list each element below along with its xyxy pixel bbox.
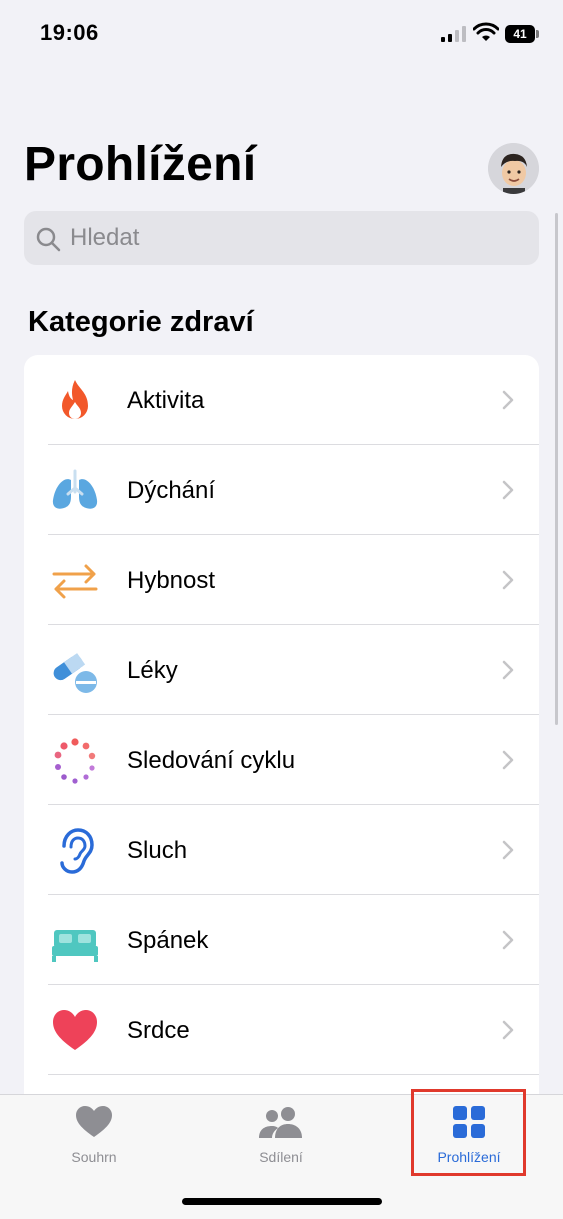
- pills-icon: [53, 653, 97, 693]
- category-row-srdce[interactable]: Srdce: [24, 985, 539, 1075]
- category-row-dychani[interactable]: Dýchání: [24, 445, 539, 535]
- battery-indicator: 41: [505, 25, 535, 43]
- health-categories-list: Aktivita Dýchání Hybnost Léky Sledování …: [24, 355, 539, 1115]
- category-label: Hybnost: [127, 567, 216, 594]
- category-label: Sluch: [127, 837, 188, 864]
- category-row-spanek[interactable]: Spánek: [24, 895, 539, 985]
- category-row-aktivita[interactable]: Aktivita: [24, 355, 539, 445]
- category-label: Srdce: [127, 1017, 190, 1044]
- memoji-avatar-icon: [488, 143, 539, 194]
- tab-label: Souhrn: [71, 1149, 117, 1165]
- tab-sdileni[interactable]: Sdílení: [211, 1095, 351, 1175]
- page-title: Prohlížení: [24, 138, 257, 191]
- ear-icon: [60, 828, 94, 874]
- status-time: 19:06: [40, 20, 99, 45]
- status-bar: 19:06 41: [0, 0, 563, 70]
- lungs-icon: [52, 469, 98, 509]
- category-row-sluch[interactable]: Sluch: [24, 805, 539, 895]
- mobility-arrows-icon: [52, 564, 98, 599]
- category-label: Spánek: [127, 927, 209, 954]
- scrollbar[interactable]: [555, 213, 558, 725]
- category-label: Dýchání: [127, 477, 216, 504]
- category-row-hybnost[interactable]: Hybnost: [24, 535, 539, 625]
- section-title: Kategorie zdraví: [28, 306, 254, 338]
- heart-icon: [53, 1010, 97, 1050]
- category-row-leky[interactable]: Léky: [24, 625, 539, 715]
- chevron-right-icon: [502, 840, 514, 860]
- category-label: Léky: [127, 657, 178, 684]
- home-indicator[interactable]: [182, 1198, 382, 1205]
- highlight-annotation-box: [411, 1089, 526, 1176]
- bed-icon: [52, 930, 98, 962]
- avatar[interactable]: [488, 143, 539, 194]
- tab-label: Sdílení: [259, 1149, 303, 1165]
- search-input[interactable]: [70, 211, 520, 265]
- flame-icon: [62, 380, 88, 419]
- battery-tip: [536, 30, 539, 38]
- tab-souhrn[interactable]: Souhrn: [24, 1095, 164, 1175]
- category-label: Sledování cyklu: [127, 747, 296, 774]
- wifi-icon: [473, 22, 499, 41]
- chevron-right-icon: [502, 750, 514, 770]
- heart-icon: [76, 1106, 112, 1137]
- chevron-right-icon: [502, 1020, 514, 1040]
- row-separator: [48, 1074, 539, 1075]
- category-row-sledovani-cyklu[interactable]: Sledování cyklu: [24, 715, 539, 805]
- search-bar[interactable]: [24, 211, 539, 265]
- chevron-right-icon: [502, 930, 514, 950]
- chevron-right-icon: [502, 390, 514, 410]
- search-icon: [36, 227, 61, 252]
- chevron-right-icon: [502, 570, 514, 590]
- chevron-right-icon: [502, 660, 514, 680]
- people-icon: [259, 1107, 302, 1138]
- chevron-right-icon: [502, 480, 514, 500]
- category-label: Aktivita: [127, 387, 205, 414]
- cellular-signal-icon: [441, 26, 466, 42]
- cycle-tracking-icon: [54, 738, 96, 784]
